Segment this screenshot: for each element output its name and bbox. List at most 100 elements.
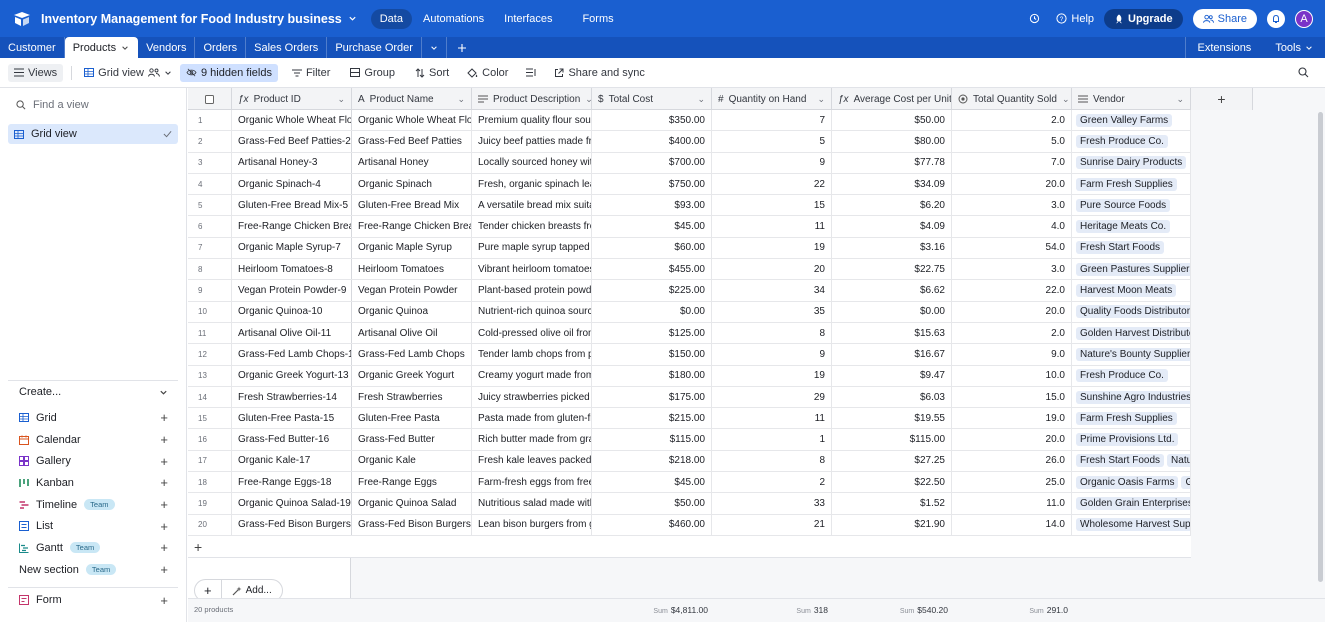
cell-product-name[interactable]: Gluten-Free Pasta [352, 408, 472, 429]
column-header-product-id[interactable]: ƒx Product ID ⌄ [232, 88, 352, 110]
table-row[interactable]: 11 Artisanal Olive Oil-11 Artisanal Olive … [188, 322, 1191, 345]
table-row[interactable]: 18 Free-Range Eggs-18 Free-Range Eggs Farm-… [188, 472, 1191, 494]
cell-product-id[interactable]: Fresh Strawberries-14 [232, 386, 352, 408]
row-number[interactable]: 13 [188, 365, 232, 386]
cell-vendor[interactable]: Wholesome Harvest Supplier [1072, 514, 1191, 535]
cell-average-cost[interactable]: $80.00 [832, 131, 952, 152]
row-number[interactable]: 8 [188, 259, 232, 280]
cell-total-quantity-sold[interactable]: 9.0 [952, 344, 1072, 365]
row-number[interactable]: 5 [188, 195, 232, 216]
cell-total-quantity-sold[interactable]: 2.0 [952, 322, 1072, 344]
vendor-pill[interactable]: Gourm [1181, 475, 1190, 489]
cell-product-description[interactable]: Premium quality flour sour... [472, 110, 592, 131]
cell-vendor[interactable]: Fresh Start FoodsNatural De [1072, 450, 1191, 472]
tab-orders[interactable]: Orders [195, 37, 247, 58]
cell-product-description[interactable]: Fresh, organic spinach leav... [472, 173, 592, 195]
cell-product-id[interactable]: Free-Range Chicken Breast... [232, 216, 352, 237]
create-kanban[interactable]: Kanban + [0, 472, 186, 494]
cell-product-id[interactable]: Organic Spinach-4 [232, 173, 352, 195]
cell-vendor[interactable]: Sunrise Dairy Products [1072, 152, 1191, 173]
cell-product-description[interactable]: Lean bison burgers from gr... [472, 514, 592, 535]
table-row[interactable]: 13 Organic Greek Yogurt-13 Organic Greek Y… [188, 365, 1191, 387]
cell-quantity-on-hand[interactable]: 19 [712, 237, 832, 259]
cell-average-cost[interactable]: $6.20 [832, 195, 952, 216]
cell-product-description[interactable]: Pure maple syrup tapped fr... [472, 237, 592, 259]
vendor-pill[interactable]: Fresh Produce Co. [1076, 369, 1168, 383]
cell-total-cost[interactable]: $93.00 [592, 195, 712, 216]
cell-product-description[interactable]: Tender chicken breasts fro... [472, 216, 592, 237]
cell-total-cost[interactable]: $455.00 [592, 259, 712, 280]
create-gallery[interactable]: Gallery + [0, 450, 186, 472]
find-view-input[interactable]: Find a view [33, 99, 89, 111]
vendor-pill[interactable]: Golden Grain Enterprises [1076, 496, 1190, 510]
cell-product-name[interactable]: Organic Maple Syrup [352, 237, 472, 259]
cell-product-id[interactable]: Grass-Fed Butter-16 [232, 429, 352, 450]
cell-product-name[interactable]: Artisanal Honey [352, 152, 472, 173]
table-row[interactable]: 5 Gluten-Free Bread Mix-5 Gluten-Free Brea… [188, 195, 1191, 217]
column-header-average-cost[interactable]: ƒx Average Cost per Unit ⌄ [832, 88, 952, 110]
cell-average-cost[interactable]: $9.47 [832, 365, 952, 386]
cell-vendor[interactable]: Fresh Produce Co. [1072, 131, 1191, 152]
vendor-pill[interactable]: Heritage Meats Co. [1076, 220, 1171, 234]
sum-total-cost[interactable]: Sum $4,811.00 [653, 605, 708, 615]
tab-purchase-order[interactable]: Purchase Order [327, 37, 422, 58]
row-number[interactable]: 2 [188, 131, 232, 152]
cell-quantity-on-hand[interactable]: 19 [712, 365, 832, 386]
cell-total-quantity-sold[interactable]: 5.0 [952, 131, 1072, 152]
cell-average-cost[interactable]: $15.63 [832, 322, 952, 344]
cell-total-cost[interactable]: $125.00 [592, 322, 712, 344]
table-row[interactable]: 7 Organic Maple Syrup-7 Organic Maple Syru… [188, 237, 1191, 260]
cell-total-quantity-sold[interactable]: 3.0 [952, 259, 1072, 280]
tools-button[interactable]: Tools [1263, 37, 1325, 58]
cell-vendor[interactable]: Fresh Start Foods [1072, 237, 1191, 259]
cell-vendor[interactable]: Sunshine Agro Industries [1072, 386, 1191, 408]
cell-quantity-on-hand[interactable]: 35 [712, 301, 832, 322]
cell-product-name[interactable]: Heirloom Tomatoes [352, 259, 472, 280]
cell-total-cost[interactable]: $175.00 [592, 386, 712, 408]
cell-product-name[interactable]: Gluten-Free Bread Mix [352, 195, 472, 216]
cell-vendor[interactable]: Prime Provisions Ltd. [1072, 429, 1191, 450]
cell-total-cost[interactable]: $180.00 [592, 365, 712, 386]
cell-vendor[interactable]: Green Valley Farms [1072, 110, 1191, 131]
cell-product-description[interactable]: Juicy strawberries picked at... [472, 386, 592, 408]
cell-quantity-on-hand[interactable]: 22 [712, 173, 832, 195]
cell-total-quantity-sold[interactable]: 14.0 [952, 514, 1072, 535]
chevron-down-icon[interactable]: ⌄ [1062, 94, 1070, 105]
row-number[interactable]: 16 [188, 429, 232, 450]
cell-product-id[interactable]: Heirloom Tomatoes-8 [232, 259, 352, 280]
grid-view-switcher[interactable]: Grid view [78, 64, 178, 82]
cell-product-name[interactable]: Vegan Protein Powder [352, 280, 472, 301]
cell-product-name[interactable]: Organic Kale [352, 450, 472, 472]
cell-product-name[interactable]: Artisanal Olive Oil [352, 322, 472, 344]
cell-total-quantity-sold[interactable]: 3.0 [952, 195, 1072, 216]
cell-vendor[interactable]: Harvest Moon Meats [1072, 280, 1191, 301]
vendor-pill[interactable]: Sunrise Dairy Products [1076, 156, 1187, 170]
table-row[interactable]: 6 Free-Range Chicken Breast... Free-Range … [188, 216, 1191, 238]
chevron-down-icon[interactable]: ⌄ [457, 94, 465, 105]
cell-total-cost[interactable]: $400.00 [592, 131, 712, 152]
row-number[interactable]: 6 [188, 216, 232, 237]
cell-average-cost[interactable]: $4.09 [832, 216, 952, 237]
table-row[interactable]: 15 Gluten-Free Pasta-15 Gluten-Free Pasta P… [188, 408, 1191, 430]
nav-forms[interactable]: Forms [573, 9, 622, 29]
cell-total-cost[interactable]: $45.00 [592, 472, 712, 493]
cell-total-cost[interactable]: $225.00 [592, 280, 712, 301]
cell-total-cost[interactable]: $0.00 [592, 301, 712, 322]
cell-quantity-on-hand[interactable]: 1 [712, 429, 832, 450]
cell-product-id[interactable]: Organic Kale-17 [232, 450, 352, 472]
cell-average-cost[interactable]: $22.50 [832, 472, 952, 493]
cell-average-cost[interactable]: $115.00 [832, 429, 952, 450]
cell-product-description[interactable]: Cold-pressed olive oil from... [472, 322, 592, 344]
cell-total-cost[interactable]: $115.00 [592, 429, 712, 450]
filter-button[interactable]: Filter [286, 64, 336, 82]
cell-quantity-on-hand[interactable]: 29 [712, 386, 832, 408]
share-button[interactable]: Share [1192, 8, 1257, 29]
chevron-down-icon[interactable]: ⌄ [817, 94, 825, 105]
row-number[interactable]: 18 [188, 472, 232, 493]
tab-vendors[interactable]: Vendors [138, 37, 196, 58]
cell-total-quantity-sold[interactable]: 25.0 [952, 472, 1072, 493]
column-header-vendor[interactable]: Vendor ⌄ [1072, 88, 1191, 110]
create-gantt[interactable]: Gantt Team + [0, 537, 186, 559]
search-button[interactable] [1292, 64, 1315, 81]
cell-product-id[interactable]: Artisanal Olive Oil-11 [232, 322, 352, 344]
